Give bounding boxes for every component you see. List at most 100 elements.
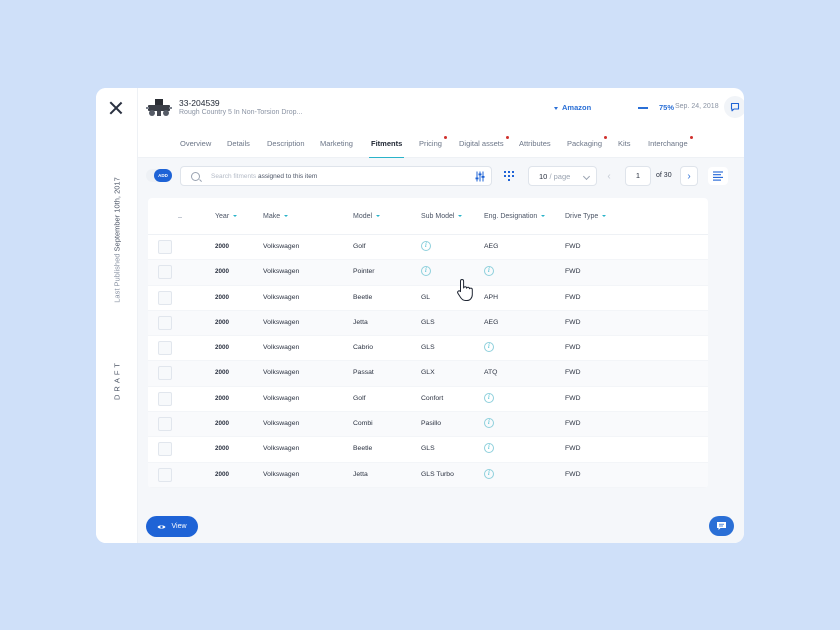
table-row[interactable]: 2000 Volkswagen Jetta GLS AEG FWD: [148, 310, 708, 337]
info-icon[interactable]: i: [484, 342, 494, 353]
cell-eng-designation: AEG: [484, 243, 499, 250]
next-page-button[interactable]: ›: [680, 166, 698, 186]
per-page-unit: / page: [549, 172, 571, 181]
table-row[interactable]: 2000 Volkswagen Beetle GLS i FWD: [148, 437, 708, 463]
view-button[interactable]: View: [146, 516, 198, 537]
last-published: Last Published September 10th, 2017: [113, 177, 122, 303]
table-row[interactable]: 2000 Volkswagen Golf i AEG FWD: [148, 235, 708, 261]
info-icon[interactable]: i: [484, 392, 494, 403]
table-row[interactable]: 2000 Volkswagen Combi Pasillo i FWD: [148, 412, 708, 438]
table-row[interactable]: 2000 Volkswagen Pointer i i FWD: [148, 260, 708, 286]
cell-sub-model: GL: [421, 293, 431, 301]
row-checkbox[interactable]: [158, 467, 172, 482]
add-toggle[interactable]: ADD: [146, 169, 172, 182]
tab-label: Packaging: [567, 139, 603, 148]
tab-overview[interactable]: Overview: [180, 139, 211, 148]
row-checkbox[interactable]: [158, 391, 172, 406]
info-icon[interactable]: i: [484, 266, 494, 277]
cell-make: Volkswagen: [263, 318, 300, 326]
sort-arrow-icon: [284, 215, 289, 218]
tab-details[interactable]: Details: [227, 139, 250, 148]
cell-model: Beetle: [353, 445, 373, 453]
cell-model: Passat: [353, 369, 374, 377]
column-header-eng-designation[interactable]: Eng. Designation: [484, 213, 546, 220]
cell-drive-type: FWD: [565, 318, 581, 326]
tab-label: Marketing: [320, 139, 353, 148]
table-row[interactable]: 2000 Volkswagen Golf Confort i FWD: [148, 387, 708, 413]
tab-digital-assets[interactable]: Digital assets: [459, 136, 509, 148]
completion-date: Sep. 24, 2018: [675, 103, 719, 110]
cell-make: Volkswagen: [263, 243, 300, 250]
info-icon[interactable]: i: [484, 418, 494, 429]
table-row[interactable]: 2000 Volkswagen Cabrio GLS i FWD: [148, 336, 708, 362]
tab-attributes[interactable]: Attributes: [519, 139, 551, 148]
column-header-sub-model[interactable]: Sub Model: [421, 213, 463, 220]
cell-eng-designation: ATQ: [484, 369, 498, 377]
filter-icon[interactable]: [475, 171, 485, 182]
row-checkbox[interactable]: [158, 341, 172, 356]
search-input[interactable]: Search fitments assigned to this item: [180, 166, 492, 186]
cell-model: Pointer: [353, 268, 375, 276]
eye-icon: [157, 524, 166, 529]
close-icon[interactable]: [109, 101, 123, 115]
column-header-year[interactable]: Year: [215, 213, 238, 220]
row-checkbox[interactable]: [158, 442, 172, 457]
info-icon[interactable]: i: [484, 468, 494, 479]
tab-pricing[interactable]: Pricing: [419, 136, 447, 148]
comments-button[interactable]: [724, 96, 744, 118]
tab-packaging[interactable]: Packaging: [567, 136, 608, 148]
table-row[interactable]: 2000 Volkswagen Jetta GLS Turbo i FWD: [148, 462, 708, 488]
sort-arrow-icon: [458, 215, 463, 218]
list-view-button[interactable]: [708, 167, 728, 185]
cell-sub-model: Pasillo: [421, 420, 442, 428]
tab-label: Kits: [618, 139, 631, 148]
product-card: Last Published September 10th, 2017 DRAF…: [96, 88, 744, 543]
tab-label: Fitments: [371, 139, 403, 148]
channel-selector[interactable]: Amazon: [554, 103, 591, 112]
cell-model: Cabrio: [353, 344, 374, 352]
prev-page-button[interactable]: ‹: [602, 167, 616, 185]
cell-drive-type: FWD: [565, 243, 581, 250]
tab-fitments[interactable]: Fitments: [368, 139, 405, 159]
cell-year: 2000: [215, 293, 230, 301]
message-button[interactable]: [709, 516, 734, 536]
cell-model: Jetta: [353, 318, 368, 326]
cell-make: Volkswagen: [263, 268, 300, 276]
per-page-select[interactable]: 10 / page: [528, 166, 597, 186]
column-header-model[interactable]: Model: [353, 213, 381, 220]
column-header-drive-type[interactable]: Drive Type: [565, 213, 607, 220]
tab-kits[interactable]: Kits: [618, 139, 631, 148]
info-icon[interactable]: i: [484, 443, 494, 454]
chat-icon: [730, 102, 740, 112]
table-row[interactable]: 2000 Volkswagen Passat GLX ATQ FWD: [148, 361, 708, 387]
search-placeholder: Search fitments assigned to this item: [211, 173, 317, 180]
row-checkbox[interactable]: [158, 366, 172, 381]
info-icon[interactable]: i: [421, 241, 431, 251]
header: 33-204539 Rough Country 5 In Non-Torsion…: [138, 88, 744, 128]
status-label: DRAFT: [112, 360, 122, 400]
search-placeholder-text: Search fitments: [211, 173, 257, 180]
page-number-input[interactable]: 1: [625, 166, 651, 186]
column-settings-icon[interactable]: [503, 170, 515, 182]
tab-label: Details: [227, 139, 250, 148]
column-header-make[interactable]: Make: [263, 213, 289, 220]
sort-arrow-icon: [376, 215, 381, 218]
row-checkbox[interactable]: [158, 417, 172, 432]
row-checkbox[interactable]: [158, 265, 172, 280]
alert-dot: [443, 136, 447, 139]
row-checkbox[interactable]: [158, 290, 172, 305]
tab-label: Pricing: [419, 139, 442, 148]
cell-drive-type: FWD: [565, 420, 581, 428]
info-icon[interactable]: i: [421, 266, 431, 277]
tab-bar: Overview Details Description Marketing F…: [138, 128, 744, 159]
tab-label: Description: [267, 139, 305, 148]
tab-description[interactable]: Description: [267, 139, 305, 148]
cell-drive-type: FWD: [565, 470, 581, 478]
row-checkbox[interactable]: [158, 315, 172, 330]
row-checkbox[interactable]: [158, 240, 172, 254]
cell-year: 2000: [215, 268, 230, 276]
tab-interchange[interactable]: Interchange: [648, 136, 693, 148]
table-row[interactable]: 2000 Volkswagen Beetle GL APH FWD: [148, 286, 708, 311]
tab-marketing[interactable]: Marketing: [320, 139, 353, 148]
cell-model: Jetta: [353, 470, 368, 478]
